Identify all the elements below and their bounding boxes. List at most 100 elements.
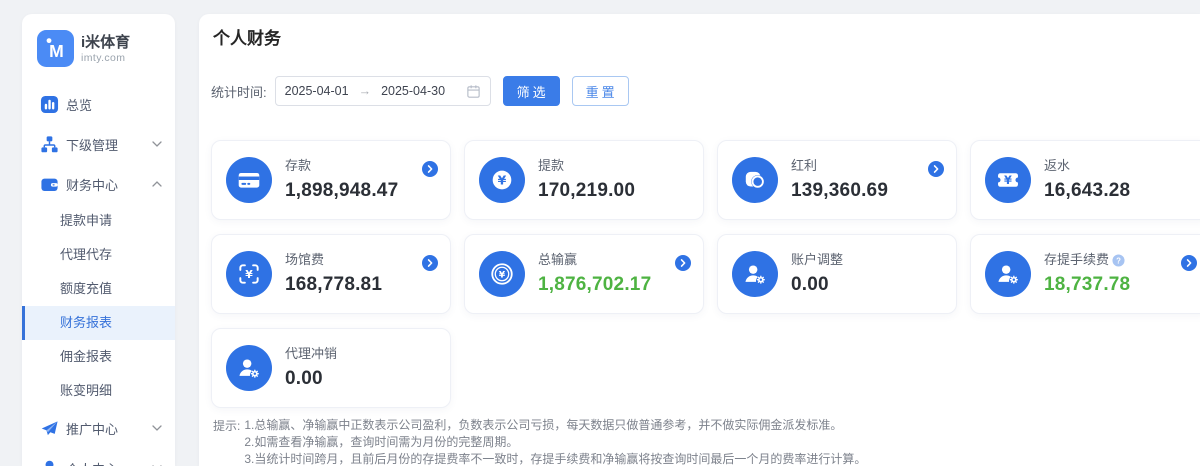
sidebar-item-quota-recharge[interactable]: 额度充值 xyxy=(22,272,175,306)
help-icon[interactable]: ? xyxy=(1112,254,1125,267)
yen-scan-icon: ¥ xyxy=(226,251,272,297)
chevron-down-icon xyxy=(152,141,162,147)
credit-card-icon xyxy=(226,157,272,203)
sidebar-item-label: 代理代存 xyxy=(60,247,112,262)
filter-bar: 统计时间: 2025-04-01 → 2025-04-30 筛选 重置 xyxy=(211,76,1200,106)
reset-button[interactable]: 重置 xyxy=(572,76,629,106)
note-line: 3.当统计时间跨月，且前后月份的存提费率不一致时，存提手续费和净输赢将按查询时间… xyxy=(244,451,866,466)
stat-label: 账户调整 xyxy=(791,252,843,268)
notes-lines: 1.总输赢、净输赢中正数表示公司盈利，负数表示公司亏损，每天数据只做普通参考，并… xyxy=(244,417,866,466)
sidebar-item-withdraw-apply[interactable]: 提款申请 xyxy=(22,204,175,238)
svg-text:¥: ¥ xyxy=(245,268,253,281)
arrow-button[interactable] xyxy=(928,161,944,177)
svg-text:M: M xyxy=(49,41,64,61)
svg-text:¥: ¥ xyxy=(1004,173,1012,187)
date-range-picker[interactable]: 2025-04-01 → 2025-04-30 xyxy=(275,76,491,106)
wallet-icon xyxy=(40,175,59,194)
sidebar-item-subordinate-management[interactable]: 下级管理 xyxy=(22,124,175,164)
stat-card-deposit-withdraw-fee: 存提手续费?18,737.78 xyxy=(970,234,1200,314)
sidebar-item-label: 账变明细 xyxy=(60,383,112,398)
stat-card-agent-writeoff: 代理冲销 0.00 xyxy=(211,328,451,408)
paper-plane-icon xyxy=(40,419,59,438)
arrow-button[interactable] xyxy=(422,161,438,177)
sidebar-item-label: 财务中心 xyxy=(66,175,118,194)
sidebar-item-label: 总览 xyxy=(66,95,92,114)
start-date[interactable]: 2025-04-01 xyxy=(285,84,349,98)
chevron-up-icon xyxy=(152,181,162,187)
stat-cards: 存款 1,898,948.47 ¥ 提款 170,219.00 红利 139,360.69 ¥… xyxy=(211,140,1200,408)
sidebar-item-promotion-center[interactable]: 推广中心 xyxy=(22,408,175,448)
stat-card-deposit: 存款 1,898,948.47 xyxy=(211,140,451,220)
logo: M i米体育 imty.com xyxy=(22,14,175,81)
stat-label: 红利 xyxy=(791,158,888,174)
ticket-icon: ¥ xyxy=(985,157,1031,203)
sidebar-item-finance-center[interactable]: 财务中心 xyxy=(22,164,175,204)
stat-card-rebate: ¥ 返水 16,643.28 xyxy=(970,140,1200,220)
end-date[interactable]: 2025-04-30 xyxy=(381,84,445,98)
sidebar: M i米体育 imty.com 总览下级管理财务中心提款申请代理代存额度充值财务… xyxy=(22,14,175,466)
notes: 提示: 1.总输赢、净输赢中正数表示公司盈利，负数表示公司亏损，每天数据只做普通… xyxy=(213,417,1200,466)
user-gear-icon xyxy=(985,251,1031,297)
stat-label: 返水 xyxy=(1044,158,1130,174)
stat-label: 存提手续费? xyxy=(1044,252,1130,268)
stat-label: 提款 xyxy=(538,158,635,174)
sidebar-item-label: 提款申请 xyxy=(60,213,112,228)
sidebar-item-commission-report[interactable]: 佣金报表 xyxy=(22,340,175,374)
stat-card-withdraw: ¥ 提款 170,219.00 xyxy=(464,140,704,220)
notes-prefix: 提示: xyxy=(213,417,240,466)
sidebar-menu: 总览下级管理财务中心提款申请代理代存额度充值财务报表佣金报表账变明细推广中心个人… xyxy=(22,84,175,466)
stat-value: 1,898,948.47 xyxy=(285,180,398,202)
svg-text:¥: ¥ xyxy=(499,269,506,280)
main-panel: 个人财务 统计时间: 2025-04-01 → 2025-04-30 筛选 重置… xyxy=(199,14,1200,466)
stat-value: 1,876,702.17 xyxy=(538,274,651,296)
stat-value: 0.00 xyxy=(791,274,843,296)
stat-label: 场馆费 xyxy=(285,252,382,268)
filter-label: 统计时间: xyxy=(211,82,267,101)
stat-card-account-adjust: 账户调整 0.00 xyxy=(717,234,957,314)
user-gear-icon xyxy=(732,251,778,297)
svg-text:¥: ¥ xyxy=(498,173,507,188)
stat-label: 存款 xyxy=(285,158,398,174)
page: M i米体育 imty.com 总览下级管理财务中心提款申请代理代存额度充值财务… xyxy=(0,0,1200,466)
logo-icon: M xyxy=(37,30,74,67)
stat-value: 170,219.00 xyxy=(538,180,635,202)
arrow-button[interactable] xyxy=(422,255,438,271)
calendar-icon xyxy=(466,84,481,99)
coins-icon xyxy=(732,157,778,203)
sidebar-item-overview[interactable]: 总览 xyxy=(22,84,175,124)
stat-card-venue-fee: ¥ 场馆费 168,778.81 xyxy=(211,234,451,314)
page-title: 个人财务 xyxy=(211,28,1200,50)
sidebar-item-agent-deposit[interactable]: 代理代存 xyxy=(22,238,175,272)
sidebar-item-account-change-detail[interactable]: 账变明细 xyxy=(22,374,175,408)
user-gear-icon xyxy=(226,345,272,391)
sidebar-item-label: 推广中心 xyxy=(66,419,118,438)
yen-coin-icon: ¥ xyxy=(479,251,525,297)
arrow-button[interactable] xyxy=(1181,255,1197,271)
stat-card-total-winloss: ¥ 总输赢 1,876,702.17 xyxy=(464,234,704,314)
date-range-arrow: → xyxy=(359,84,372,98)
filter-button[interactable]: 筛选 xyxy=(503,76,560,106)
user-icon xyxy=(40,459,59,466)
sitemap-icon xyxy=(40,135,59,154)
app-name: i米体育 xyxy=(81,34,130,51)
chevron-down-icon xyxy=(152,425,162,431)
sidebar-item-personal-center[interactable]: 个人中心 xyxy=(22,448,175,466)
sidebar-item-label: 个人中心 xyxy=(66,459,118,466)
stat-value: 0.00 xyxy=(285,368,337,390)
sidebar-item-label: 下级管理 xyxy=(66,135,118,154)
sidebar-item-label: 财务报表 xyxy=(60,315,112,330)
stat-value: 16,643.28 xyxy=(1044,180,1130,202)
app-domain: imty.com xyxy=(81,53,130,64)
stat-card-bonus: 红利 139,360.69 xyxy=(717,140,957,220)
stat-label: 总输赢 xyxy=(538,252,651,268)
yen-circle-icon: ¥ xyxy=(479,157,525,203)
sidebar-item-finance-report[interactable]: 财务报表 xyxy=(22,306,175,340)
note-line: 2.如需查看净输赢，查询时间需为月份的完整周期。 xyxy=(244,434,866,451)
stat-value: 168,778.81 xyxy=(285,274,382,296)
stat-label: 代理冲销 xyxy=(285,346,337,362)
sidebar-item-label: 额度充值 xyxy=(60,281,112,296)
stat-value: 139,360.69 xyxy=(791,180,888,202)
arrow-button[interactable] xyxy=(675,255,691,271)
svg-text:?: ? xyxy=(1116,256,1121,265)
sidebar-item-label: 佣金报表 xyxy=(60,349,112,364)
